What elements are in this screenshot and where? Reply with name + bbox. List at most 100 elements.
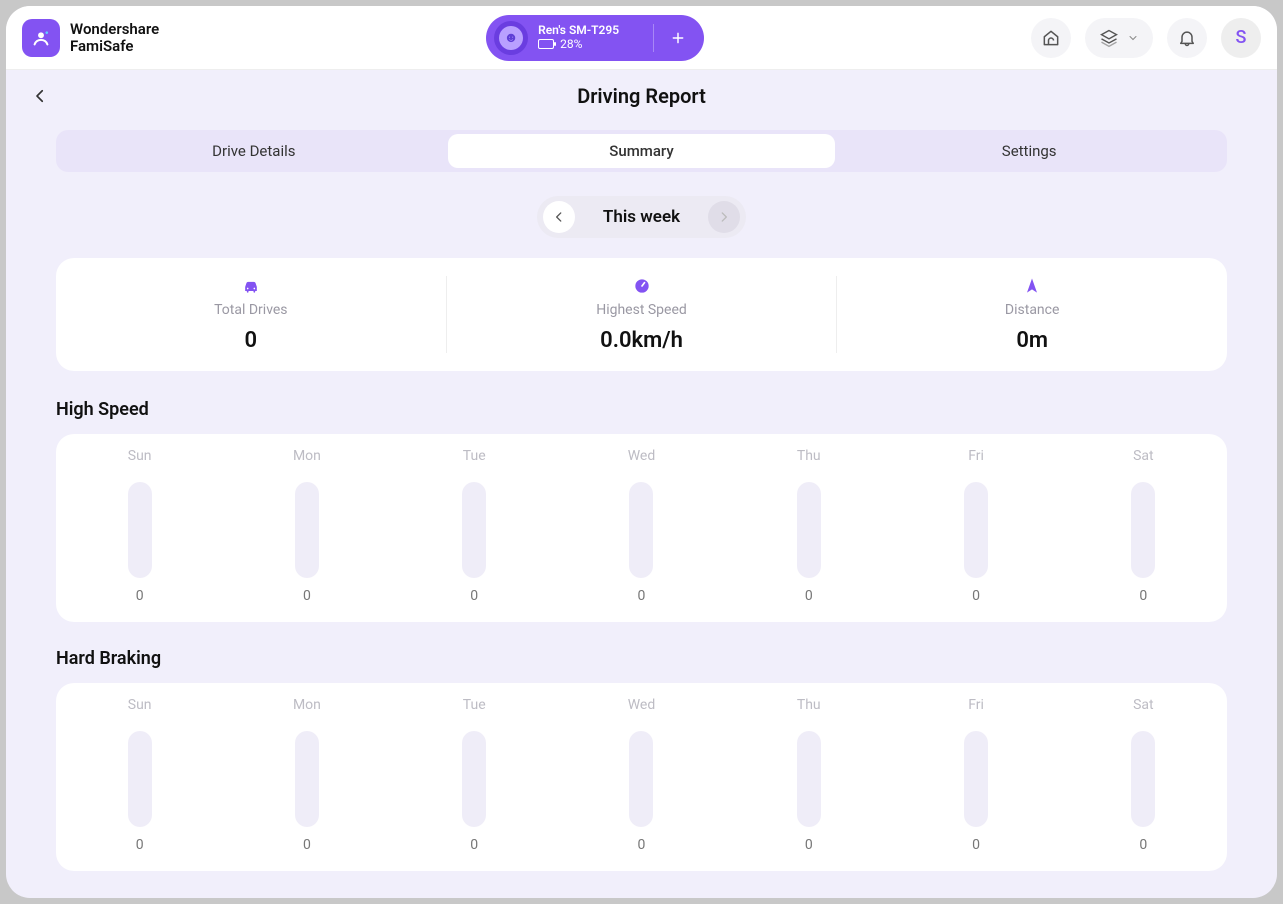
chart-day-label: Wed [628,448,656,464]
stat-highest-speed: Highest Speed 0.0km/h [447,276,838,353]
chart-day-label: Fri [968,697,984,713]
report-tabs: Drive Details Summary Settings [56,130,1227,172]
chevron-left-icon [31,87,49,105]
device-avatar: ☻ [494,21,528,55]
chart-day-label: Tue [463,697,486,713]
chart-hard-braking: Sun 0 Mon 0 Tue 0 Wed 0 Thu 0 Fri0 Sat 0 [56,683,1227,871]
brand-line1: Wondershare [70,21,159,38]
battery-percent: 28% [560,38,582,51]
chart-bar-value: 0 [805,588,813,604]
chart-day-label: Mon [293,697,321,713]
brand-logo[interactable]: Wondershare FamiSafe [22,19,159,57]
chart-day-column: Thu 0 [725,697,892,853]
prev-week-button[interactable] [543,201,575,233]
chart-day-label: Sat [1133,448,1154,464]
notifications-button[interactable] [1167,18,1207,58]
back-button[interactable] [26,82,54,110]
week-label: This week [603,207,680,227]
device-name: Ren's SM-T295 [538,24,635,37]
add-device-button[interactable] [664,24,692,52]
chart-day-column: Tue 0 [391,697,558,853]
chart-bar-value: 0 [470,588,478,604]
chart-day-label: Sun [128,697,152,713]
section-title-high-speed: High Speed [56,399,1227,420]
chart-day-column: Sun 0 [56,697,223,853]
app-header: Wondershare FamiSafe ☻ Ren's SM-T295 28% [6,6,1277,70]
chart-day-column: Fri 0 [892,448,1059,604]
chart-day-column: Tue 0 [391,448,558,604]
chart-day-label: Fri [968,448,984,464]
chart-bar-value: 0 [638,588,646,604]
stat-label: Distance [1005,302,1060,318]
chart-bar [295,482,319,578]
profile-avatar[interactable]: S [1221,18,1261,58]
chart-bar-value: 0 [303,588,311,604]
chart-day-label: Wed [628,697,656,713]
chart-bar [629,482,653,578]
stat-value: 0 [245,328,258,353]
chart-high-speed: Sun0Mon0 Tue 0 Wed 0 Thu 0 Fri 0 Sat 0 [56,434,1227,622]
chart-day-label: Thu [797,697,821,713]
chart-bar-value: 0 [470,837,478,853]
bell-icon [1177,28,1197,48]
chart-bar [128,482,152,578]
chart-day-column: Wed 0 [558,697,725,853]
chart-bar-value: 0 [1139,588,1147,604]
week-selector: This week [537,196,746,238]
stat-total-drives: Total Drives 0 [56,276,447,353]
chart-bar [964,731,988,827]
chevron-right-icon [717,210,731,224]
tab-summary[interactable]: Summary [448,134,836,168]
home-button[interactable] [1031,18,1071,58]
page-title: Driving Report [6,84,1277,108]
chart-day-label: Tue [463,448,486,464]
chart-bar-value: 0 [303,837,311,853]
chart-day-column: Fri0 [892,697,1059,853]
chevron-down-icon [1127,32,1139,44]
stat-label: Total Drives [214,302,287,318]
battery-icon [538,39,554,49]
brand-line2: FamiSafe [70,38,159,55]
chart-day-column: Thu 0 [725,448,892,604]
next-week-button [708,201,740,233]
car-icon [241,276,261,296]
chart-day-column: Sun0 [56,448,223,604]
section-title-hard-braking: Hard Braking [56,648,1227,669]
logo-icon [22,19,60,57]
tab-drive-details[interactable]: Drive Details [60,134,448,168]
chart-day-column: Mon 0 [223,697,390,853]
tab-settings[interactable]: Settings [835,134,1223,168]
layers-icon [1099,28,1119,48]
chart-bar [1131,482,1155,578]
stat-distance: Distance 0m [837,276,1227,353]
chart-bar [797,482,821,578]
chart-bar-value: 0 [136,837,144,853]
chart-bar [462,731,486,827]
chart-day-column: Sat 0 [1060,697,1227,853]
chart-bar [1131,731,1155,827]
chart-bar-value: 0 [972,588,980,604]
chart-bar [128,731,152,827]
device-selector[interactable]: ☻ Ren's SM-T295 28% [486,15,704,61]
chart-bar-value: 0 [638,837,646,853]
chart-bar [295,731,319,827]
chevron-left-icon [552,210,566,224]
main-content: Drive Details Summary Settings This week [6,122,1277,898]
stat-value: 0.0km/h [600,328,683,353]
chart-bar-value: 0 [136,588,144,604]
chart-bar [629,731,653,827]
chart-bar-value: 0 [1139,837,1147,853]
chart-bar [964,482,988,578]
stat-value: 0m [1016,328,1048,353]
chart-bar [797,731,821,827]
chart-day-column: Mon0 [223,448,390,604]
chart-day-label: Thu [797,448,821,464]
chart-bar-value: 0 [805,837,813,853]
chart-bar [462,482,486,578]
summary-stats-card: Total Drives 0 Highest Speed 0.0km/h Dis… [56,258,1227,371]
layers-menu[interactable] [1085,18,1153,58]
speed-icon [632,276,652,296]
chart-day-label: Sat [1133,697,1154,713]
device-battery: 28% [538,38,635,51]
chart-day-column: Sat 0 [1060,448,1227,604]
